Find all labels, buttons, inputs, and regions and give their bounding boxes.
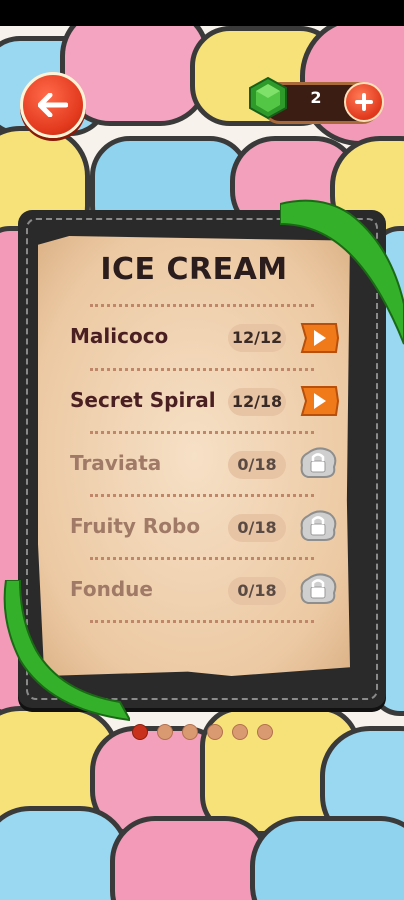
separator [90, 620, 314, 623]
separator [90, 368, 314, 371]
play-icon[interactable] [298, 321, 340, 355]
category-title: ICE CREAM [100, 252, 288, 287]
add-gems-button[interactable] [344, 82, 384, 122]
play-icon[interactable] [298, 384, 340, 418]
page-dot[interactable] [182, 724, 198, 740]
green-ribbon-bottom-left [3, 580, 130, 722]
level-name[interactable]: Fondue [70, 577, 153, 601]
page-indicator [132, 724, 273, 740]
separator [90, 557, 314, 560]
level-progress-badge: 0/18 [228, 514, 286, 542]
level-name[interactable]: Traviata [70, 451, 161, 475]
separator [90, 431, 314, 434]
back-button[interactable] [20, 72, 86, 138]
lock-icon[interactable] [298, 508, 338, 544]
separator [90, 304, 314, 307]
green-gem-icon [249, 76, 287, 120]
level-progress-badge: 0/18 [228, 577, 286, 605]
status-bar [0, 0, 404, 26]
level-progress-badge: 12/18 [228, 388, 286, 416]
level-progress-badge: 0/18 [228, 451, 286, 479]
level-name[interactable]: Malicoco [70, 324, 168, 348]
page-dot[interactable] [132, 724, 148, 740]
gem-count: 2 [310, 88, 322, 107]
plus-icon [355, 93, 373, 111]
lock-icon[interactable] [298, 571, 338, 607]
level-progress-badge: 12/12 [228, 324, 286, 352]
separator [90, 494, 314, 497]
page-dot[interactable] [207, 724, 223, 740]
arrow-left-icon [38, 93, 68, 117]
page-dot[interactable] [232, 724, 248, 740]
level-name[interactable]: Secret Spiral [70, 388, 216, 412]
lock-icon[interactable] [298, 445, 338, 481]
page-dot[interactable] [257, 724, 273, 740]
page-dot[interactable] [157, 724, 173, 740]
level-name[interactable]: Fruity Robo [70, 514, 200, 538]
